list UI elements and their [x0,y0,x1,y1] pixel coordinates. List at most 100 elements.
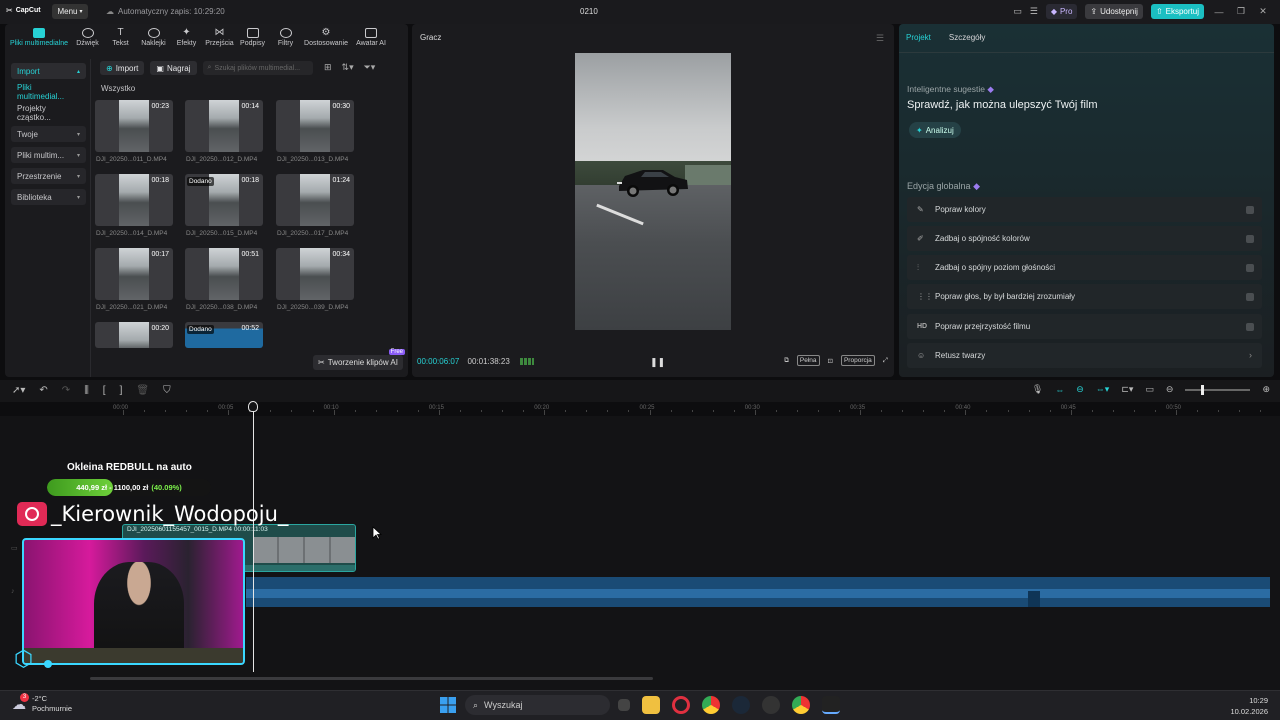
snapshot-icon[interactable]: ⧉ [784,357,789,365]
link-icon[interactable]: ⇔▾ [1096,384,1110,395]
opera-icon[interactable] [672,696,690,714]
tab-effects[interactable]: ✦ Efekty [170,24,203,50]
media-thumbnail[interactable]: 00:18 Dodano [185,174,263,226]
magnet-icon[interactable]: ⊖ [1076,384,1084,395]
close-icon[interactable]: ✕ [1256,6,1270,17]
media-thumbnail[interactable]: 00:17 [95,248,173,300]
media-thumbnail[interactable]: 00:34 [276,248,354,300]
maximize-icon[interactable]: ❐ [1234,6,1248,17]
sidebar-item-import[interactable]: Import ▴ [11,63,86,79]
tab-ai-avatar[interactable]: Awatar AI [350,24,392,50]
global-item-colors[interactable]: ✎ Popraw kolory [907,197,1262,222]
zoom-out-icon[interactable]: ⊖ [1166,384,1174,395]
tab-adjust[interactable]: ⚙ Dostosowanie [302,24,350,50]
playhead[interactable] [253,402,254,672]
sidebar-item-media-files[interactable]: Pliki multimedial... [11,83,86,101]
tab-details[interactable]: Szczegóły [949,33,985,42]
trim-right-icon[interactable]: ] [120,385,123,396]
tab-filters[interactable]: Filtry [269,24,302,50]
player-menu-icon[interactable]: ☰ [876,33,884,44]
filter-icon[interactable]: ⏷▾ [364,62,376,73]
playhead-handle[interactable] [248,401,258,412]
grid-view-icon[interactable]: ⊞ [324,62,332,73]
media-thumbnail[interactable]: 00:23 [95,100,173,152]
tab-captions[interactable]: Podpisy [236,24,269,50]
media-thumbnail[interactable]: 00:18 [95,174,173,226]
zoom-knob[interactable] [1201,384,1205,395]
crop-icon[interactable]: ⊡ [828,357,833,365]
file-explorer-icon[interactable] [642,696,660,714]
ai-clips-button[interactable]: ✂ Tworzenie klipów AI Free [313,349,405,370]
media-search-input[interactable]: ⌕ Szukaj plików multimedial... [202,61,313,75]
sidebar-item-spaces[interactable]: Przestrzenie ▾ [11,168,86,184]
share-button[interactable]: ⇪ Udostępnij [1085,4,1143,19]
chrome-profile-icon[interactable] [792,696,810,714]
preview-axis-icon[interactable]: ⊏▾ [1121,384,1133,395]
media-thumbnail[interactable]: 00:14 [185,100,263,152]
zoom-in-icon[interactable]: ⊕ [1262,384,1270,395]
timeline-scrollbar[interactable] [90,677,653,680]
sidebar-item-subprojects[interactable]: Projekty cząstko... [11,104,86,122]
full-quality-button[interactable]: Pełna [796,355,820,366]
audio-track-icon[interactable]: ♪ [11,588,15,595]
task-view-icon[interactable] [618,699,630,711]
shield-icon[interactable]: ⛉ [163,385,171,396]
analyze-button[interactable]: ✦ Analizuj [909,122,961,138]
obs-icon[interactable] [762,696,780,714]
link-main-track-icon[interactable]: ⇔ [1055,385,1064,395]
global-item-volume[interactable]: ⫶ Zadbaj o spójny poziom głośności [907,255,1262,280]
chrome-icon[interactable] [702,696,720,714]
capcut-icon[interactable] [822,696,840,714]
microphone-icon[interactable]: 🎙 [1032,384,1043,395]
zoom-slider[interactable] [1185,384,1251,395]
tab-audio[interactable]: Dźwięk [71,24,104,50]
ratio-button[interactable]: Proporcja [840,355,875,366]
steam-icon[interactable] [732,696,750,714]
pro-label: Pro [1059,7,1073,16]
tab-text[interactable]: T Tekst [104,24,137,50]
media-thumbnail[interactable]: 01:24 [276,174,354,226]
minimize-icon[interactable]: — [1212,7,1226,17]
pause-button[interactable]: ❚❚ [650,357,665,368]
record-button[interactable]: ▣ Nagraj [150,61,197,75]
select-tool-icon[interactable]: ➚▾ [12,385,25,396]
windows-start-icon[interactable] [440,697,456,713]
layout-icon[interactable]: ▭ [1013,6,1022,17]
export-button[interactable]: ⇧ Eksportuj [1150,4,1204,19]
import-button[interactable]: ⊕ Import [100,61,145,75]
tab-stickers[interactable]: Naklejki [137,24,170,50]
menu-button[interactable]: Menu ▾ [52,4,88,19]
trim-left-icon[interactable]: [ [103,385,106,396]
time-ruler[interactable]: 00:00 00:05 00:10 00:15 00:20 00:25 00:30 00:35… [90,402,1280,416]
chevron-down-icon: ▾ [79,9,83,15]
taskbar-search[interactable]: ⌕ Wyszukaj [465,695,610,715]
tab-media[interactable]: Pliki multimedialne [7,24,71,50]
media-thumbnail[interactable]: 00:51 [185,248,263,300]
global-item-color-consistency[interactable]: ✐ Zadbaj o spójność kolorów [907,226,1262,251]
pro-button[interactable]: ◆ Pro [1045,4,1078,19]
tab-transitions[interactable]: ⋈ Przejścia [203,24,236,50]
video-track-icon[interactable]: ▭ [11,544,18,552]
audio-clip[interactable] [246,577,1270,607]
video-preview[interactable] [575,53,731,330]
tab-project[interactable]: Projekt [906,33,931,42]
split-icon[interactable]: ⫼ [84,385,89,396]
global-item-voice[interactable]: ⋮⋮ Popraw głos, by był bardziej zrozumia… [907,284,1262,309]
media-thumbnail[interactable]: 00:30 [276,100,354,152]
sort-icon[interactable]: ⇅▾ [342,62,354,73]
media-thumbnail[interactable]: 00:52 Dodano [185,322,263,348]
delete-icon[interactable]: 🗑 [136,385,149,396]
redo-icon[interactable]: ↷ [62,385,70,396]
media-thumbnail[interactable]: 00:20 [95,322,173,348]
global-item-clarity[interactable]: HD Popraw przejrzystość filmu [907,314,1262,339]
undo-icon[interactable]: ↶ [39,385,47,396]
sidebar-item-library[interactable]: Biblioteka ▾ [11,189,86,205]
project-title[interactable]: 0210 [580,7,598,16]
global-item-face-retouch[interactable]: ☺ Retusz twarzy › [907,343,1262,368]
fullscreen-icon[interactable]: ⤢ [883,357,888,365]
sidebar-item-media-library[interactable]: Pliki multim... ▾ [11,147,86,163]
system-clock[interactable]: 10:29 10.02.2026 [1230,695,1268,717]
sidebar-item-yours[interactable]: Twoje ▾ [11,126,86,142]
caption-icon[interactable]: ▭ [1145,384,1154,395]
shortcuts-icon[interactable]: ☰ [1030,6,1038,17]
